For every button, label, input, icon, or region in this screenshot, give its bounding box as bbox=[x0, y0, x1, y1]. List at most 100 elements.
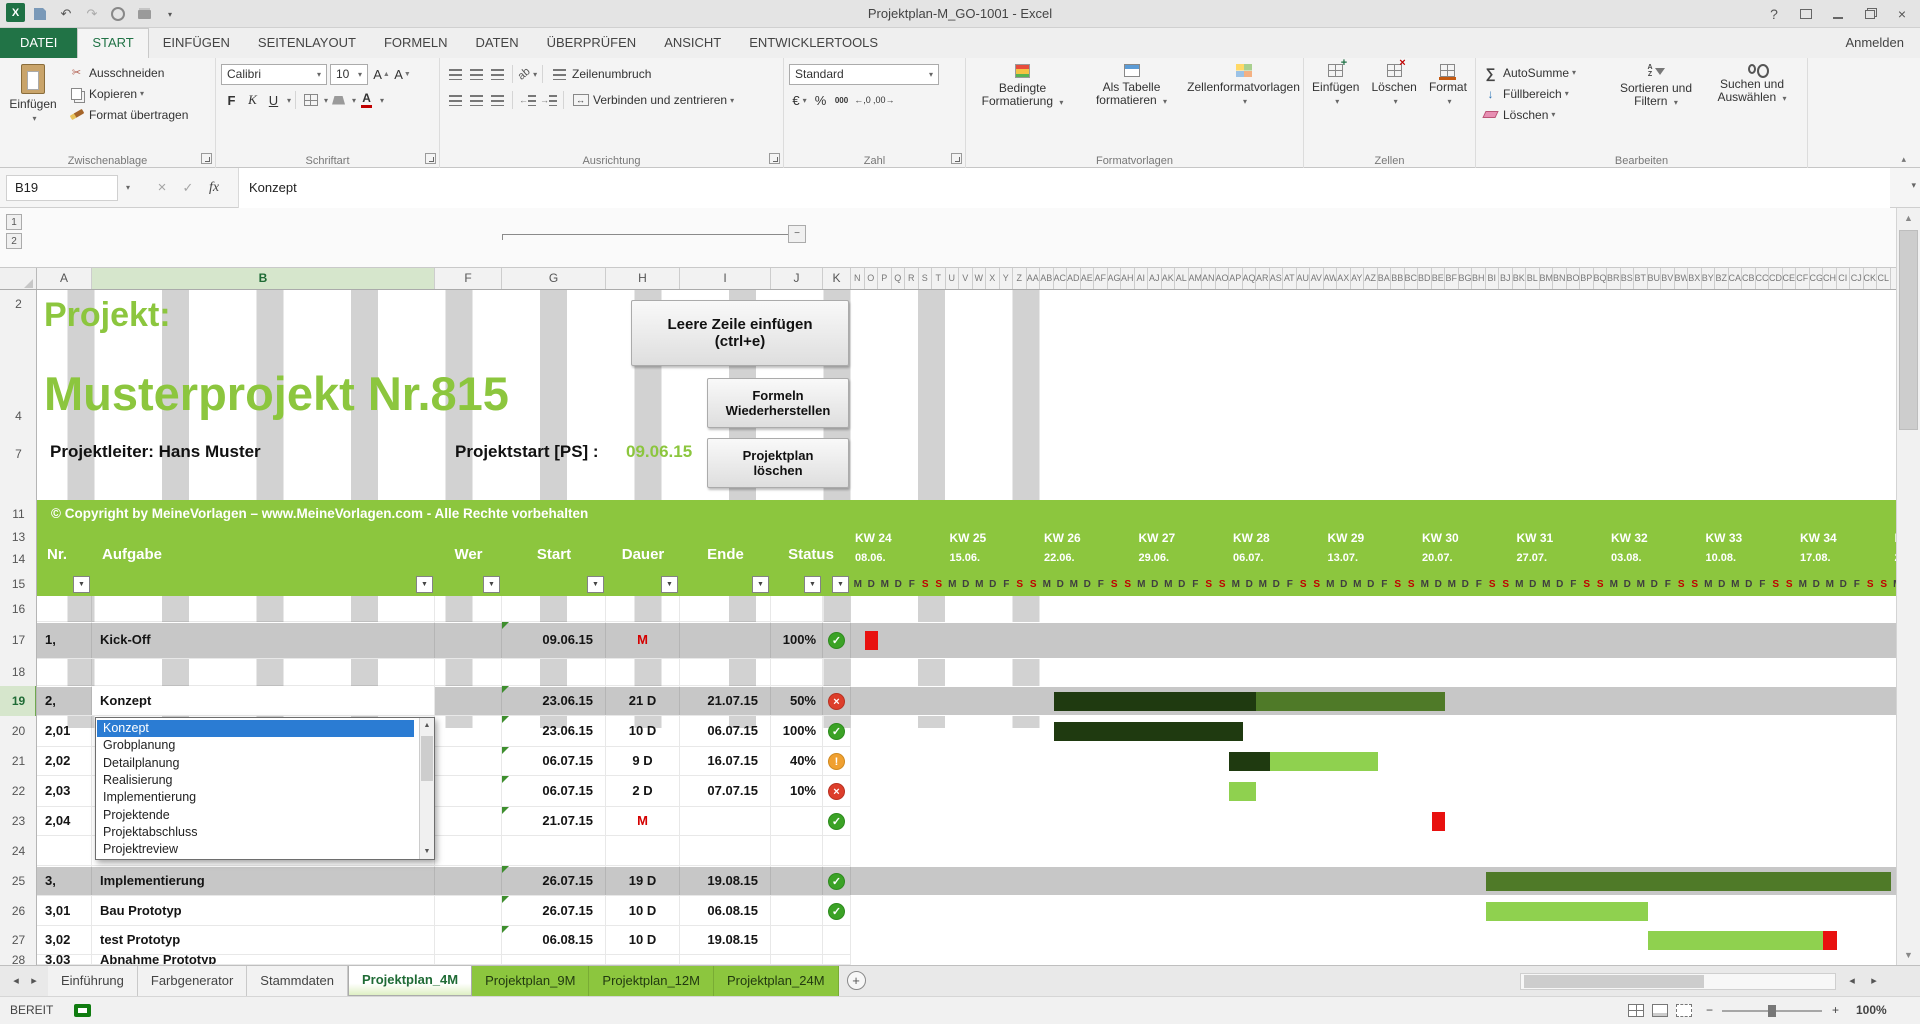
sort-filter-button[interactable]: AZ Sortieren und Filtern ▾ bbox=[1608, 60, 1704, 149]
column-header-G[interactable]: G bbox=[502, 268, 606, 290]
outline-level-2[interactable]: 2 bbox=[6, 233, 22, 249]
shrink-font-button[interactable]: A▼ bbox=[392, 64, 413, 85]
cell-dauer-27[interactable]: 10 D bbox=[606, 926, 680, 955]
column-header-J[interactable]: J bbox=[771, 268, 823, 290]
cell-dauer-17[interactable]: M bbox=[606, 622, 680, 659]
cell-task-17[interactable]: Kick-Off bbox=[92, 622, 435, 659]
column-header-BE[interactable]: BE bbox=[1432, 268, 1446, 290]
column-header-AT[interactable]: AT bbox=[1283, 268, 1297, 290]
sheet-tab-projektplan_4m[interactable]: Projektplan_4M bbox=[348, 966, 472, 996]
row-header-23[interactable]: 23 bbox=[0, 807, 37, 836]
cell-wer-25[interactable] bbox=[435, 866, 502, 896]
cell-nr-26[interactable]: 3,01 bbox=[37, 896, 92, 926]
dialog-launcher-icon[interactable] bbox=[951, 153, 962, 164]
cell-status-27[interactable] bbox=[771, 926, 823, 955]
column-header-AK[interactable]: AK bbox=[1162, 268, 1176, 290]
ribbon-tab-datei[interactable]: DATEI bbox=[0, 28, 77, 58]
outline-collapse-button[interactable]: − bbox=[788, 225, 806, 243]
cell-start-25[interactable]: 26.07.15 bbox=[502, 866, 606, 896]
align-center-button[interactable] bbox=[466, 90, 487, 111]
column-header-AX[interactable]: AX bbox=[1337, 268, 1351, 290]
column-header-B[interactable]: B bbox=[92, 268, 435, 290]
view-page-layout-icon[interactable] bbox=[1652, 1004, 1668, 1017]
row-header-27[interactable]: 27 bbox=[0, 926, 37, 955]
cell-start-26[interactable]: 26.07.15 bbox=[502, 896, 606, 926]
scrollbar-thumb[interactable] bbox=[1899, 230, 1918, 430]
fill-color-button[interactable] bbox=[328, 90, 349, 111]
cell-status-22[interactable]: 10% bbox=[771, 776, 823, 807]
dropdown-item[interactable]: Projektabschluss bbox=[97, 824, 414, 841]
borders-button[interactable] bbox=[300, 90, 321, 111]
cell-wer-18[interactable] bbox=[435, 659, 502, 686]
name-box[interactable]: B19 bbox=[6, 175, 118, 201]
cell-ende-21[interactable]: 16.07.15 bbox=[680, 747, 771, 776]
column-header-BW[interactable]: BW bbox=[1675, 268, 1689, 290]
cell-dauer-23[interactable]: M bbox=[606, 807, 680, 836]
format-cells-button[interactable]: Format▾ bbox=[1424, 60, 1472, 149]
cell-dauer-26[interactable]: 10 D bbox=[606, 896, 680, 926]
italic-button[interactable]: K bbox=[242, 90, 263, 111]
column-header-AI[interactable]: AI bbox=[1135, 268, 1149, 290]
filter-button[interactable]: ▼ bbox=[483, 576, 500, 593]
decrease-decimal-button[interactable]: ,00→ bbox=[873, 90, 895, 111]
sheet-tab-stammdaten[interactable]: Stammdaten bbox=[247, 966, 348, 996]
cell-ende-20[interactable]: 06.07.15 bbox=[680, 716, 771, 747]
column-header-CA[interactable]: CA bbox=[1729, 268, 1743, 290]
column-header-AW[interactable]: AW bbox=[1324, 268, 1338, 290]
sheet-tab-projektplan_24m[interactable]: Projektplan_24M bbox=[714, 966, 839, 996]
cell-start-16[interactable] bbox=[502, 596, 606, 622]
filter-button[interactable]: ▼ bbox=[661, 576, 678, 593]
row-header-22[interactable]: 22 bbox=[0, 776, 37, 807]
column-header-V[interactable]: V bbox=[959, 268, 973, 290]
column-header-K[interactable]: K bbox=[823, 268, 851, 290]
cell-dauer-28[interactable] bbox=[606, 955, 680, 965]
align-right-button[interactable] bbox=[487, 90, 508, 111]
accessibility-icon[interactable] bbox=[74, 1004, 91, 1017]
format-painter-button[interactable]: Format übertragen bbox=[64, 104, 192, 125]
cell-wer-24[interactable] bbox=[435, 836, 502, 866]
cell-nr-27[interactable]: 3,02 bbox=[37, 926, 92, 955]
row-header-24[interactable]: 24 bbox=[0, 836, 37, 866]
column-header-AA[interactable]: AA bbox=[1027, 268, 1041, 290]
row-header-21[interactable]: 21 bbox=[0, 747, 37, 776]
cell-task-19[interactable]: Konzept bbox=[92, 686, 435, 716]
dropdown-item[interactable]: Implementierung bbox=[97, 789, 414, 806]
fill-button[interactable]: ↓Füllbereich▾ bbox=[1478, 83, 1608, 104]
sheet-tab-farbgenerator[interactable]: Farbgenerator bbox=[138, 966, 247, 996]
find-select-button[interactable]: Suchen und Auswählen ▾ bbox=[1704, 60, 1800, 149]
column-header-H[interactable]: H bbox=[606, 268, 680, 290]
zoom-out-icon[interactable]: − bbox=[1706, 997, 1713, 1024]
column-header-AZ[interactable]: AZ bbox=[1364, 268, 1378, 290]
paste-button[interactable]: Einfügen▾ bbox=[2, 60, 64, 149]
cell-start-18[interactable] bbox=[502, 659, 606, 686]
column-header-CJ[interactable]: CJ bbox=[1850, 268, 1864, 290]
insert-empty-row-button[interactable]: Leere Zeile einfügen (ctrl+e) bbox=[631, 300, 849, 366]
row-header-26[interactable]: 26 bbox=[0, 896, 37, 926]
column-header-CB[interactable]: CB bbox=[1742, 268, 1756, 290]
column-header-AS[interactable]: AS bbox=[1270, 268, 1284, 290]
column-header-CL[interactable]: CL bbox=[1877, 268, 1891, 290]
column-header-BD[interactable]: BD bbox=[1418, 268, 1432, 290]
cell-dauer-21[interactable]: 9 D bbox=[606, 747, 680, 776]
sheet-tab-projektplan_12m[interactable]: Projektplan_12M bbox=[589, 966, 714, 996]
cell-ende-23[interactable] bbox=[680, 807, 771, 836]
cell-icon-28[interactable] bbox=[823, 955, 851, 965]
column-header-BJ[interactable]: BJ bbox=[1499, 268, 1513, 290]
scroll-down-icon[interactable]: ▼ bbox=[1897, 945, 1920, 965]
column-header-N[interactable]: N bbox=[851, 268, 865, 290]
cell-nr-20[interactable]: 2,01 bbox=[37, 716, 92, 747]
cell-nr-22[interactable]: 2,03 bbox=[37, 776, 92, 807]
column-header-AB[interactable]: AB bbox=[1040, 268, 1054, 290]
cell-nr-24[interactable] bbox=[37, 836, 92, 866]
decrease-indent-button[interactable]: ← bbox=[517, 90, 538, 111]
cell-icon-18[interactable] bbox=[823, 659, 851, 686]
column-header-BB[interactable]: BB bbox=[1391, 268, 1405, 290]
bold-button[interactable]: F bbox=[221, 90, 242, 111]
dropdown-item[interactable]: Konzept bbox=[97, 720, 414, 737]
column-header-BI[interactable]: BI bbox=[1486, 268, 1500, 290]
cell-start-20[interactable]: 23.06.15 bbox=[502, 716, 606, 747]
cell-wer-21[interactable] bbox=[435, 747, 502, 776]
add-sheet-button[interactable]: + bbox=[847, 971, 866, 990]
cell-status-17[interactable]: 100% bbox=[771, 622, 823, 659]
cell-ende-26[interactable]: 06.08.15 bbox=[680, 896, 771, 926]
